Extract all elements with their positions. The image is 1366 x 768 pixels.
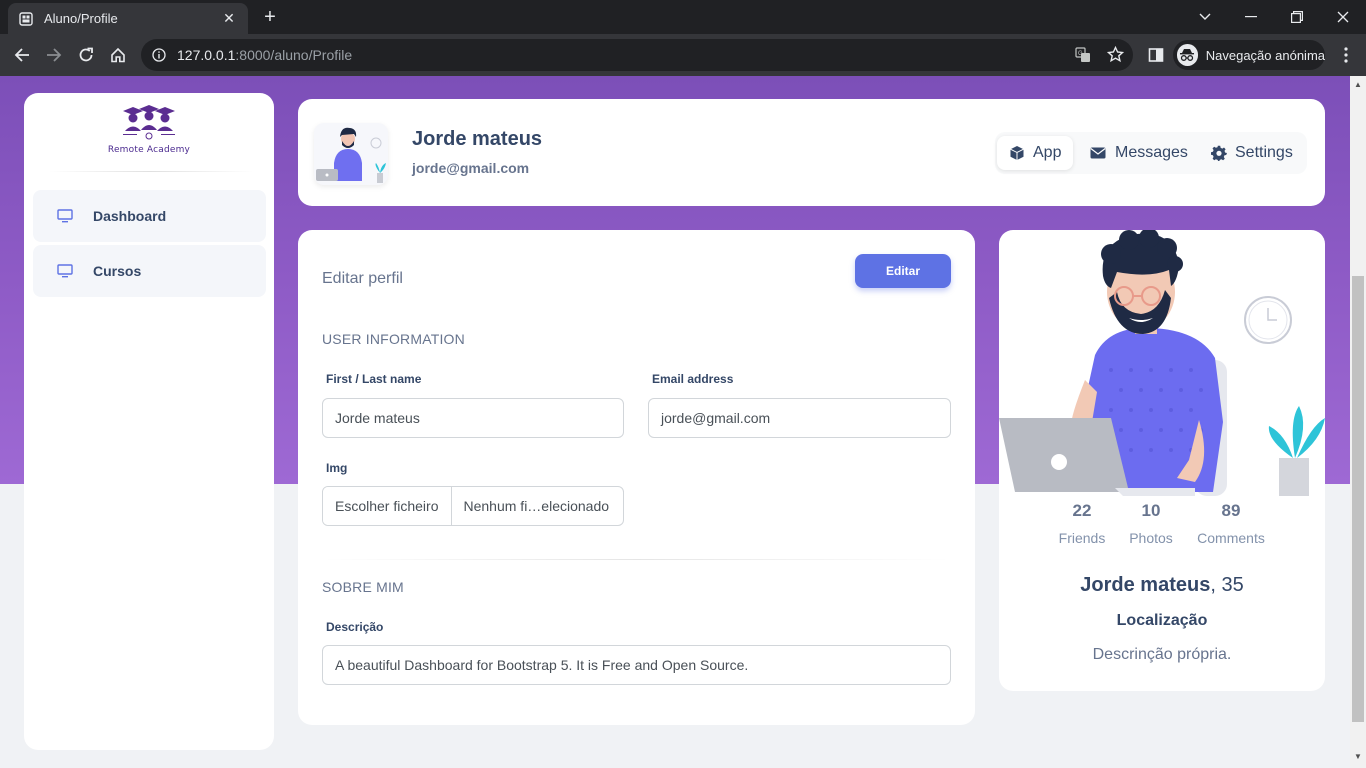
restore-icon[interactable] [1274, 0, 1320, 34]
name-label: First / Last name [326, 372, 422, 386]
tab-search-icon[interactable] [1182, 0, 1228, 34]
new-tab-icon[interactable]: + [258, 6, 282, 28]
developer-illustration-icon [999, 230, 1325, 496]
card-location: Localização [1116, 612, 1208, 629]
brand-logo[interactable]: Remote Academy [24, 103, 274, 165]
stat-label: Photos [1129, 530, 1173, 546]
home-icon[interactable] [106, 43, 130, 67]
incognito-label: Navegação anónima [1205, 47, 1325, 63]
user-information-heading: USER INFORMATION [322, 331, 465, 347]
side-panel-icon[interactable] [1144, 43, 1168, 67]
edit-button[interactable]: Editar [855, 254, 951, 288]
scroll-down-arrow-icon[interactable]: ▼ [1354, 752, 1362, 761]
back-arrow-icon[interactable] [10, 43, 34, 67]
cube-icon [1010, 146, 1024, 160]
name-field[interactable]: Jorde mateus [322, 398, 624, 438]
sidebar-item-dashboard[interactable]: Dashboard [33, 190, 266, 242]
stat-label: Comments [1197, 530, 1265, 546]
browser-toolbar: 127.0.0.1:8000/aluno/Profile G Navegação… [0, 34, 1366, 76]
description-field[interactable]: A beautiful Dashboard for Bootstrap 5. I… [322, 645, 951, 685]
page-scrollbar[interactable]: ▲ ▼ [1350, 76, 1366, 768]
stat-value: 10 [1141, 501, 1161, 520]
monitor-icon [57, 264, 73, 278]
tab-messages[interactable]: Messages [1077, 136, 1200, 170]
profile-header-card: Jorde mateus jorde@gmail.com App Message… [298, 99, 1325, 206]
monitor-icon [57, 209, 73, 223]
profile-email: jorde@gmail.com [412, 160, 530, 176]
about-me-heading: SOBRE MIM [322, 579, 404, 595]
card-age: , 35 [1210, 574, 1244, 596]
card-name-age: Jorde mateus, 35 [999, 574, 1325, 597]
minimize-icon[interactable] [1228, 0, 1274, 34]
tab-close-icon[interactable]: ✕ [220, 10, 238, 27]
edit-profile-title: Editar perfil [322, 270, 403, 287]
translate-icon[interactable]: G [1075, 47, 1091, 68]
browser-tab-bar: Aluno/Profile ✕ + [0, 0, 1366, 34]
card-name: Jorde mateus [1080, 574, 1211, 596]
sidebar-item-cursos[interactable]: Cursos [33, 245, 266, 297]
page-viewport: Remote Academy Dashboard Cursos Jorde ma… [0, 76, 1350, 768]
tab-settings-label: Settings [1235, 144, 1293, 161]
stat-comments: 89 Comments [1195, 501, 1267, 546]
url-host: 127.0.0.1 [177, 47, 236, 63]
browser-tab[interactable]: Aluno/Profile ✕ [8, 3, 248, 34]
graduates-logo-icon [123, 105, 175, 140]
svg-text:G: G [1078, 51, 1083, 57]
url-text: 127.0.0.1:8000/aluno/Profile [177, 47, 352, 63]
card-description: Descrinção própria. [1092, 646, 1232, 663]
url-path: :8000/aluno/Profile [235, 47, 353, 63]
incognito-badge[interactable]: Navegação anónima [1173, 40, 1325, 70]
img-label: Img [326, 461, 348, 475]
section-divider [322, 559, 951, 560]
description-label: Descrição [326, 620, 384, 634]
profile-card: 22 Friends 10 Photos 89 Comments Jorde m… [999, 230, 1325, 691]
stat-value: 89 [1221, 501, 1241, 520]
choose-file-button[interactable]: Escolher ficheiro [323, 487, 452, 525]
avatar-illustration-icon [316, 127, 386, 183]
stat-value: 22 [1072, 501, 1092, 520]
image-file-input[interactable]: Escolher ficheiro Nenhum fi…elecionado [322, 486, 624, 526]
tab-messages-label: Messages [1115, 144, 1188, 161]
tab-app[interactable]: App [997, 136, 1074, 170]
tab-app-label: App [1033, 144, 1062, 161]
stat-friends: 22 Friends [1057, 501, 1107, 546]
email-field[interactable]: jorde@gmail.com [648, 398, 951, 438]
gear-icon [1211, 145, 1227, 161]
browser-menu-icon[interactable] [1334, 43, 1358, 67]
sidebar-divider [48, 171, 254, 172]
stat-label: Friends [1058, 530, 1106, 546]
edit-profile-card: Editar perfil Editar USER INFORMATION Fi… [298, 230, 975, 725]
forward-arrow-icon[interactable] [42, 43, 66, 67]
sidebar-item-label: Cursos [93, 263, 142, 279]
profile-name: Jorde mateus [412, 128, 543, 150]
scrollbar-thumb[interactable] [1352, 276, 1364, 722]
sidebar: Remote Academy Dashboard Cursos [24, 93, 274, 750]
bookmark-star-icon[interactable] [1106, 45, 1125, 68]
tab-title: Aluno/Profile [44, 11, 118, 26]
site-info-icon[interactable] [151, 47, 167, 63]
email-label: Email address [652, 372, 734, 386]
scroll-up-arrow-icon[interactable]: ▲ [1354, 80, 1362, 89]
stat-photos: 10 Photos [1127, 501, 1175, 546]
sidebar-item-label: Dashboard [93, 208, 167, 224]
profile-tabs: App Messages Settings [995, 132, 1307, 174]
address-bar[interactable]: 127.0.0.1:8000/aluno/Profile G [141, 39, 1133, 71]
page-favicon-icon [18, 11, 34, 27]
incognito-icon [1177, 44, 1198, 66]
tab-settings[interactable]: Settings [1199, 136, 1305, 170]
logo-text: Remote Academy [107, 145, 191, 155]
reload-icon[interactable] [74, 43, 98, 67]
avatar[interactable] [314, 123, 388, 185]
close-window-icon[interactable] [1320, 0, 1366, 34]
file-status-text: Nenhum fi…elecionado [463, 498, 610, 514]
envelope-icon [1090, 147, 1106, 159]
